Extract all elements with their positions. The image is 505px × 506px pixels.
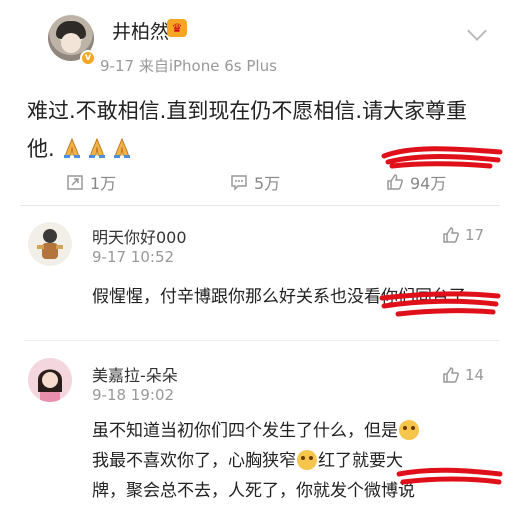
- repost-count: 1万: [90, 174, 117, 193]
- comment-author-name[interactable]: 美嘉拉-朵朵: [92, 362, 178, 386]
- avatar-illustration-icon: [28, 358, 72, 402]
- post-author-name[interactable]: 井柏然: [112, 17, 169, 44]
- comment-like-count: 14: [465, 366, 485, 384]
- flushed-emoji-icon: [399, 420, 419, 440]
- post-date: 9-17: [100, 57, 135, 75]
- comment-like-count: 17: [465, 226, 485, 244]
- comment-avatar[interactable]: [28, 358, 72, 402]
- comment-like-button[interactable]: 17: [442, 226, 484, 244]
- comment-text-line: 红了就要大: [318, 451, 403, 471]
- like-button[interactable]: 94万: [386, 170, 446, 194]
- pray-emoji-icon: [89, 137, 106, 158]
- thumbs-up-icon: [443, 227, 459, 243]
- comment-avatar[interactable]: [28, 222, 72, 266]
- pray-emoji-icon: [64, 137, 81, 158]
- comment-button[interactable]: 5万: [230, 170, 280, 194]
- thumbs-up-icon: [443, 367, 459, 383]
- comment-author-name[interactable]: 明天你好000: [92, 224, 187, 248]
- member-crown-icon: ♛: [167, 19, 187, 37]
- divider: [20, 205, 500, 206]
- verified-badge-icon: v: [80, 50, 96, 66]
- comment-count: 5万: [254, 174, 281, 193]
- comment-time: 9-18 19:02: [92, 386, 175, 404]
- like-count: 94万: [410, 174, 447, 193]
- flushed-emoji-icon: [297, 450, 317, 470]
- divider: [24, 340, 500, 341]
- post-source: 来自iPhone 6s Plus: [138, 57, 277, 75]
- chevron-down-icon[interactable]: [467, 21, 487, 41]
- comment-text-line: 我最不喜欢你了，心胸狭窄: [92, 451, 296, 471]
- pray-emoji-icon: [114, 137, 131, 158]
- red-scribble-mark: [379, 291, 501, 317]
- comment-text-line: 虽不知道当初你们四个发生了什么，但是: [92, 421, 398, 441]
- repost-button[interactable]: 1万: [66, 170, 116, 194]
- comment-icon: [231, 175, 247, 191]
- comment-time: 9-17 10:52: [92, 248, 175, 266]
- repost-icon: [67, 175, 83, 190]
- comment-text-line: 牌，聚会总不去，人死了，你就发个微博说: [92, 481, 415, 501]
- post-meta: 9-17 来自iPhone 6s Plus: [100, 55, 277, 76]
- comment-like-button[interactable]: 14: [442, 366, 484, 384]
- red-scribble-mark: [381, 146, 503, 169]
- red-scribble-mark: [396, 467, 503, 485]
- thumbs-up-icon: [387, 174, 403, 190]
- avatar-illustration-icon: [37, 229, 63, 259]
